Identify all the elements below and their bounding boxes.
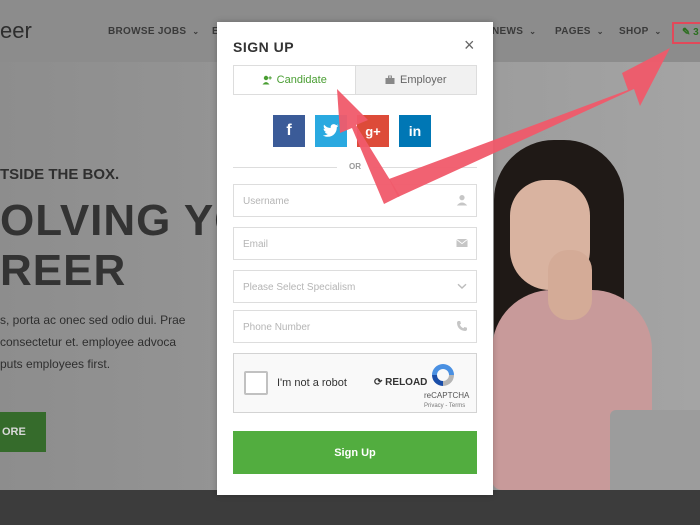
or-text: OR	[349, 162, 361, 171]
tab-candidate-label: Candidate	[276, 74, 327, 86]
specialism-placeholder: Please Select Specialism	[243, 282, 356, 293]
recaptcha-logo-icon	[432, 364, 454, 386]
linkedin-icon: in	[408, 123, 422, 139]
hero-body-line-2: consectetur et. employee advoca	[0, 335, 177, 349]
hero-photo-laptop	[610, 410, 700, 500]
phone-field[interactable]: Phone Number	[233, 310, 477, 343]
briefcase-icon	[385, 75, 395, 84]
recaptcha-checkbox[interactable]	[244, 371, 268, 395]
recaptcha-widget: I'm not a robot ⟳ RELOAD reCAPTCHA Priva…	[233, 353, 477, 413]
twitter-icon	[323, 124, 339, 137]
nav-item-news[interactable]: NEWS ⌄	[492, 26, 536, 37]
hero-body-line-1: s, porta ac onec sed odio dui. Prae	[0, 313, 186, 327]
account-type-tabs: Candidate Employer	[233, 65, 477, 95]
email-placeholder: Email	[243, 239, 269, 250]
hero-headline-2: REER	[0, 246, 127, 295]
hero-headline-1: OLVING YO	[0, 196, 250, 245]
recaptcha-reload-button[interactable]: ⟳ RELOAD	[374, 377, 427, 388]
or-divider: OR	[233, 161, 477, 175]
hero-more-button[interactable]: ORE	[0, 412, 46, 452]
nav-item-pages[interactable]: PAGES ⌄	[555, 26, 604, 37]
recaptcha-label: I'm not a robot	[277, 377, 347, 389]
phone-placeholder: Phone Number	[243, 322, 311, 333]
specialism-select[interactable]: Please Select Specialism	[233, 270, 477, 303]
chevron-down-icon: ⌄	[192, 27, 200, 36]
nav-item-signup[interactable]: ✎ 3	[682, 27, 699, 38]
tab-employer-label: Employer	[400, 74, 447, 86]
linkedin-login-button[interactable]: in	[399, 115, 431, 147]
chevron-down-icon: ⌄	[654, 27, 662, 36]
facebook-login-button[interactable]: f	[273, 115, 305, 147]
facebook-icon: f	[286, 122, 292, 139]
hero-tagline: TSIDE THE BOX.	[0, 166, 120, 183]
reload-label: RELOAD	[385, 377, 428, 388]
hero-photo-desk	[0, 490, 700, 525]
close-icon[interactable]: ×	[464, 35, 475, 56]
add-user-icon	[262, 75, 272, 85]
user-icon	[456, 195, 468, 206]
chevron-down-icon	[457, 283, 467, 289]
envelope-icon	[456, 239, 468, 247]
google-plus-login-button[interactable]: g+	[357, 115, 389, 147]
username-field[interactable]: Username	[233, 184, 477, 217]
modal-title: SIGN UP	[233, 39, 295, 55]
chevron-down-icon: ⌄	[596, 27, 604, 36]
chevron-down-icon: ⌄	[529, 27, 537, 36]
signup-modal: SIGN UP × Candidate Employer f t	[217, 22, 493, 495]
signup-button[interactable]: Sign Up	[233, 431, 477, 474]
username-placeholder: Username	[243, 196, 290, 207]
email-field[interactable]: Email	[233, 227, 477, 260]
recaptcha-brand: reCAPTCHA	[424, 391, 470, 400]
nav-item-browse-jobs[interactable]: BROWSE JOBS ⌄	[108, 26, 199, 37]
google-plus-icon: g+	[365, 123, 381, 139]
hero-photo-hand	[548, 250, 592, 320]
tab-employer[interactable]: Employer	[355, 66, 476, 94]
tab-candidate[interactable]: Candidate	[234, 66, 356, 94]
phone-icon	[457, 321, 467, 331]
social-login-buttons: f t g+ in	[273, 115, 431, 147]
recaptcha-terms-link[interactable]: Privacy - Terms	[424, 403, 465, 409]
reload-icon: ⟳	[374, 377, 386, 388]
hero-body-line-3: puts employees first.	[0, 357, 111, 371]
twitter-login-button[interactable]: t	[315, 115, 347, 147]
nav-item-shop[interactable]: SHOP ⌄	[619, 26, 662, 37]
site-logo[interactable]: eer	[0, 18, 32, 44]
